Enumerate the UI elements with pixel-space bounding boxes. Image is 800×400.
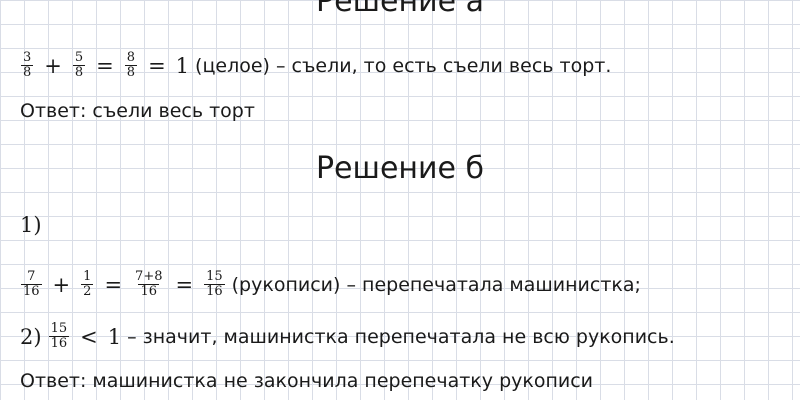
denominator: 16 <box>21 284 42 299</box>
solution-a-answer: Ответ: съели весь торт <box>20 100 255 122</box>
denominator: 8 <box>21 65 34 80</box>
step-2-line: 2) 15 16 < 1 – значит, машинистка перепе… <box>20 322 675 351</box>
step-1-label: 1) <box>20 213 42 237</box>
denominator: 8 <box>124 65 138 80</box>
fraction-15-16: 15 16 <box>48 321 70 351</box>
step-2-explanation: – значит, машинистка перепечатала не всю… <box>127 325 675 348</box>
numerator: 15 <box>50 321 68 336</box>
numerator: 8 <box>126 50 136 65</box>
solution-a-equation-line: 3 8 + 5 8 = 8 8 = 1 (целое) – съели, то … <box>20 51 611 80</box>
plus-sign: + <box>44 53 62 78</box>
denominator: 16 <box>138 284 160 299</box>
denominator: 16 <box>48 336 70 351</box>
equals-sign: = <box>148 53 166 78</box>
equals-sign: = <box>175 272 194 297</box>
numerator: 15 <box>206 269 223 284</box>
fraction-3-8: 3 8 <box>21 50 34 80</box>
numerator: 7+8 <box>135 269 163 284</box>
step-1-equation-line: 7 16 + 1 2 = 7+8 16 = 15 16 (рукописи) –… <box>20 270 641 299</box>
denominator: 8 <box>72 65 86 80</box>
numerator: 3 <box>23 50 32 65</box>
step-2-label: 2) <box>20 324 42 349</box>
fraction-8-8: 8 8 <box>124 50 138 80</box>
fraction-15-16: 15 16 <box>204 270 225 299</box>
step-1-label-line: 1) <box>20 213 42 237</box>
result-value: 1 <box>175 53 190 78</box>
step-1-explanation: (рукописи) – перепечатала машинистка; <box>231 273 641 296</box>
plus-sign: + <box>52 272 71 297</box>
solution-b-answer: Ответ: машинистка не закончила перепечат… <box>20 370 594 392</box>
fraction-5-8: 5 8 <box>72 50 86 80</box>
equals-sign: = <box>104 272 123 297</box>
fraction-7plus8-16: 7+8 16 <box>133 270 164 299</box>
solution-a-explanation: (целое) – съели, то есть съели весь торт… <box>195 54 612 77</box>
denominator: 2 <box>81 284 94 299</box>
numerator: 5 <box>74 50 84 65</box>
denominator: 16 <box>204 284 225 299</box>
numerator: 1 <box>83 269 92 284</box>
one-value: 1 <box>107 324 122 349</box>
fraction-1-2: 1 2 <box>81 269 94 299</box>
numerator: 7 <box>27 269 36 284</box>
solution-a-heading: Решение а <box>316 0 484 19</box>
less-than-sign: < <box>80 324 98 349</box>
equals-sign: = <box>96 53 114 78</box>
solution-b-heading: Решение б <box>315 151 485 186</box>
fraction-7-16: 7 16 <box>21 270 42 299</box>
